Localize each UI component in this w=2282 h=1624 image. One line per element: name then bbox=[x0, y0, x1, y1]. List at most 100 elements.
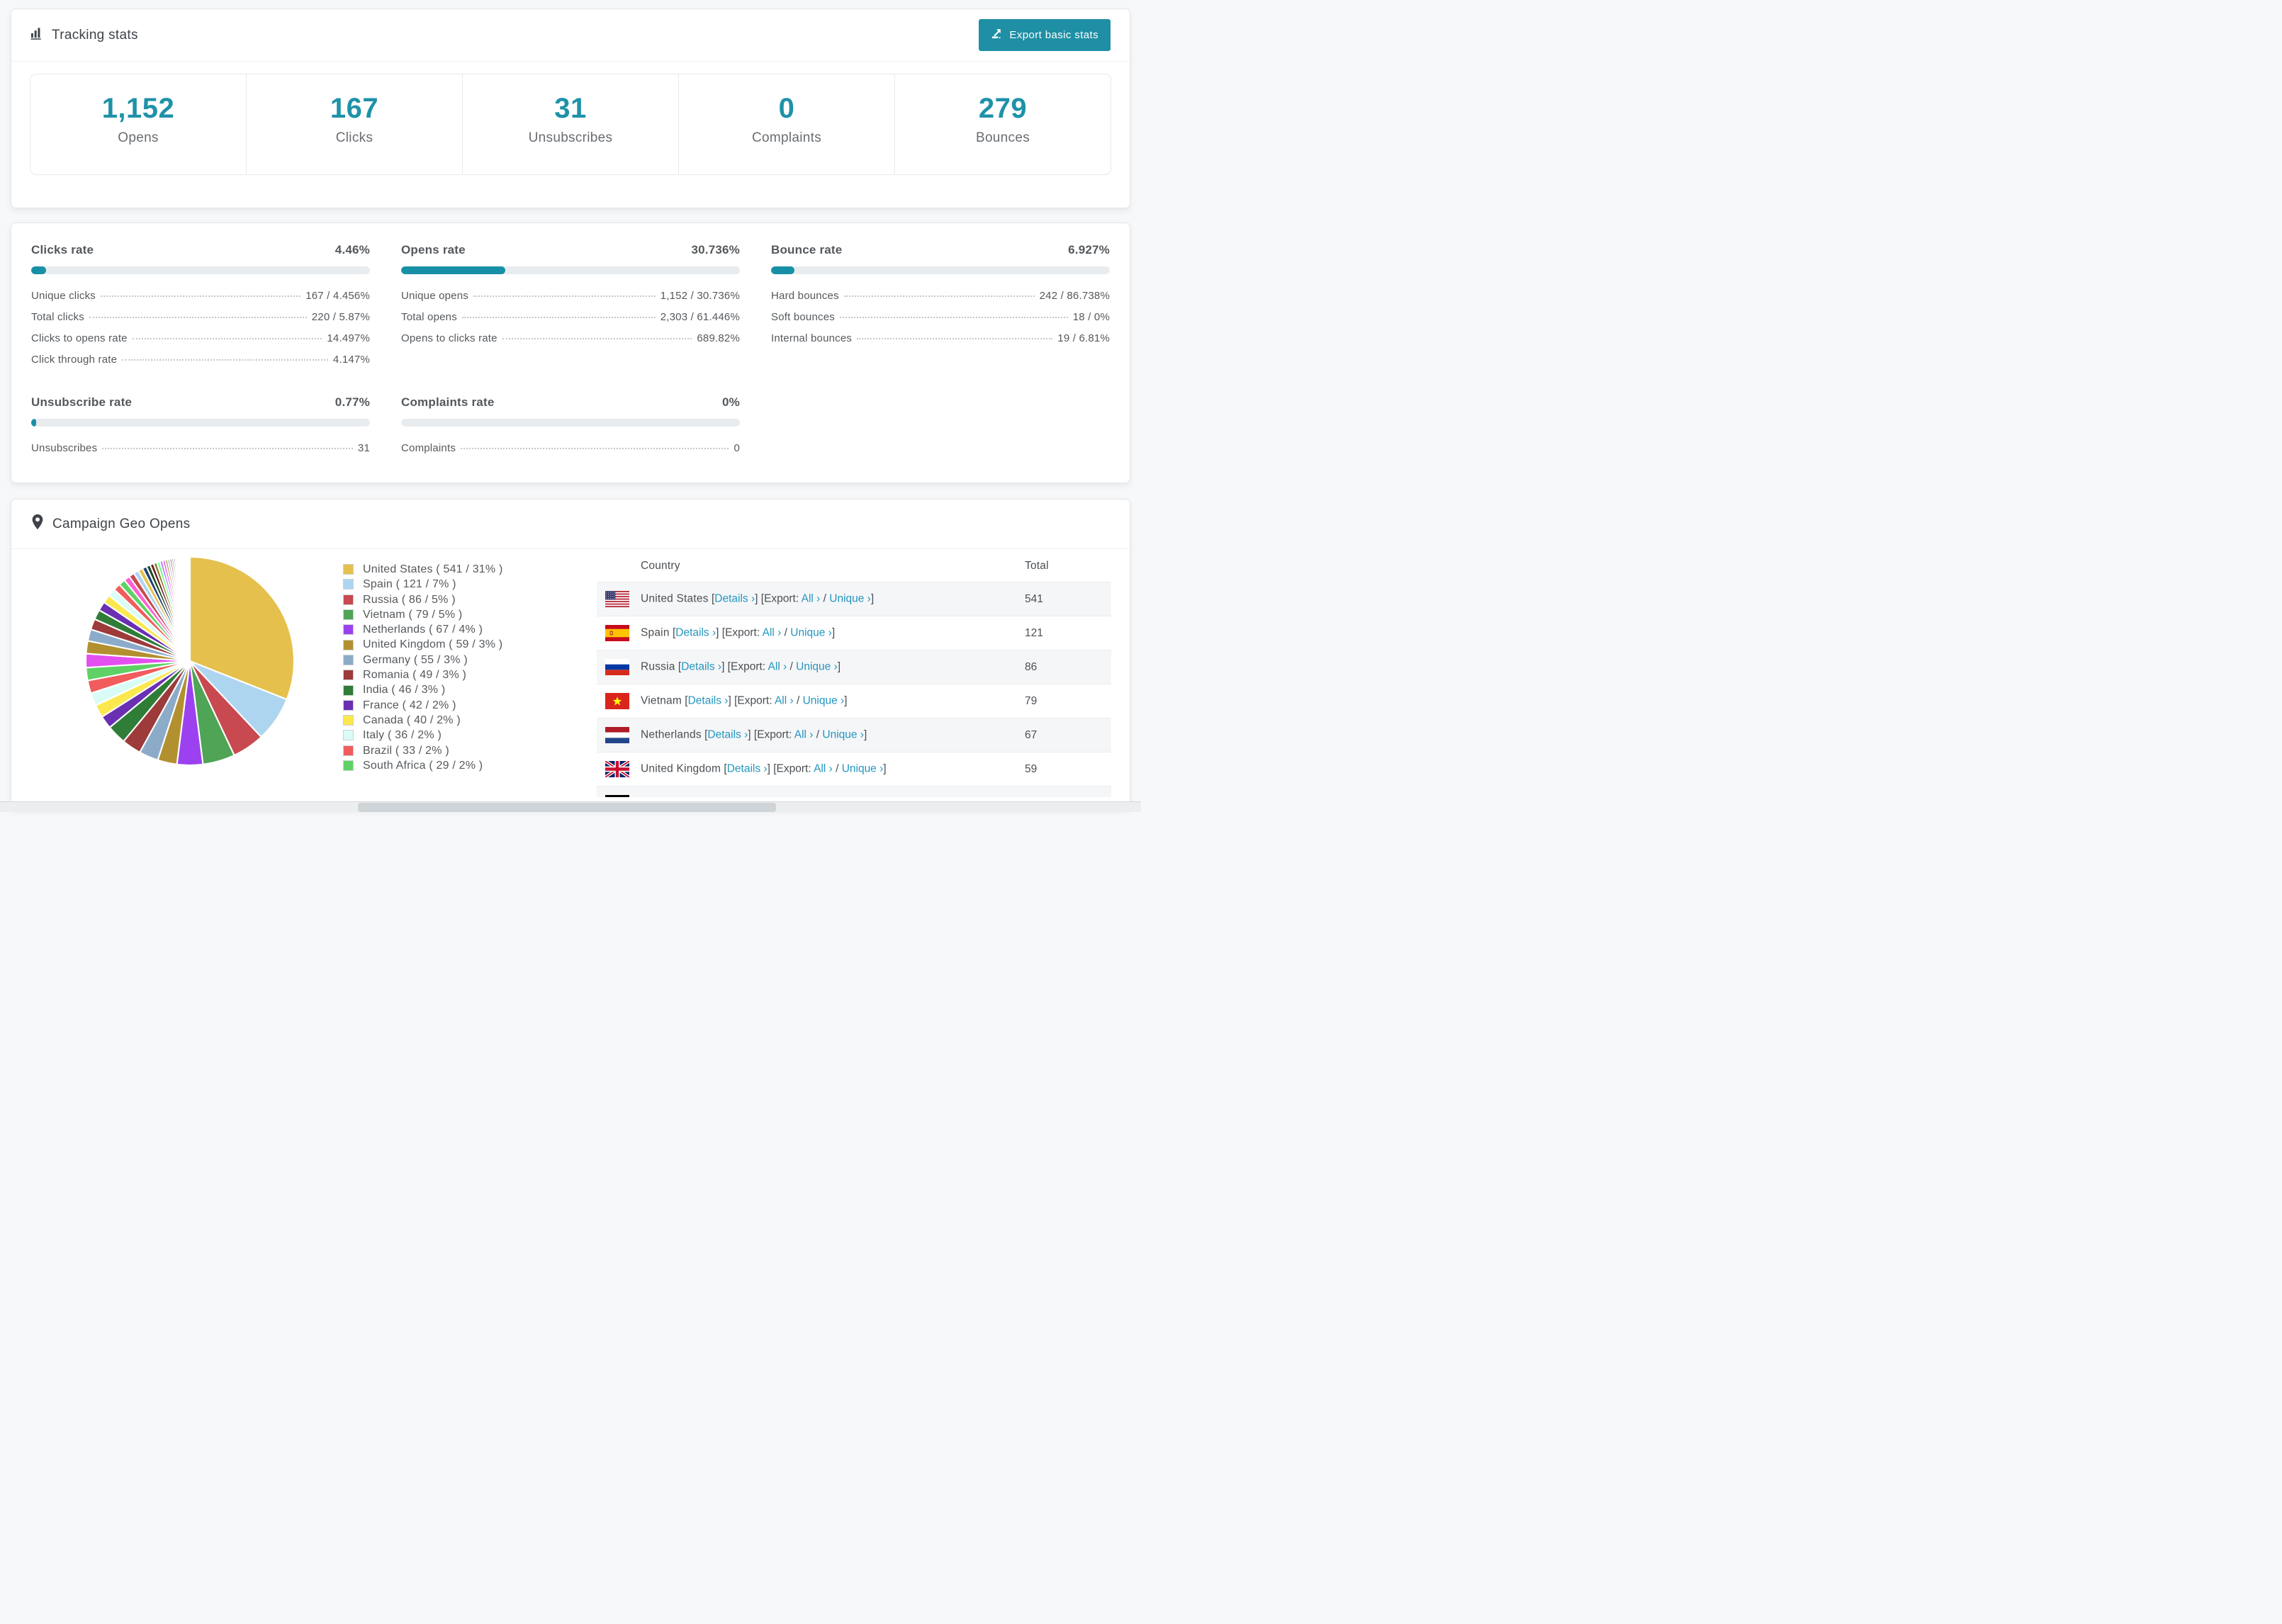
dotted-leader bbox=[502, 338, 692, 339]
export-all-link[interactable]: All › bbox=[794, 729, 814, 741]
dotted-leader bbox=[843, 295, 1035, 297]
horizontal-scrollbar-thumb[interactable] bbox=[358, 803, 776, 812]
rate-title: Opens rate bbox=[401, 243, 466, 256]
export-unique-link[interactable]: Unique › bbox=[790, 627, 832, 639]
bracket: ] bbox=[837, 660, 841, 673]
rates-card: Clicks rate 4.46% Unique clicks 167 / 4.456… bbox=[11, 222, 1130, 483]
legend-label: Spain ( 121 / 7% ) bbox=[363, 578, 456, 591]
geo-table-wrap: Country Total United States [Details ›] … bbox=[597, 551, 1111, 797]
rate-value: 6.927% bbox=[1068, 243, 1110, 256]
rate-line-label: Unique clicks bbox=[31, 290, 96, 302]
rate-rows: Hard bounces 242 / 86.738% Soft bounces 18 … bbox=[771, 290, 1110, 344]
rate-line-hard-bounces: Hard bounces 242 / 86.738% bbox=[771, 290, 1110, 302]
export-all-link[interactable]: All › bbox=[775, 695, 794, 707]
export-unique-link[interactable]: Unique › bbox=[803, 695, 845, 707]
page-title: Tracking stats bbox=[52, 27, 138, 43]
rate-block-complaints-rate: Complaints rate 0% Complaints 0 bbox=[401, 395, 740, 454]
rate-title: Bounce rate bbox=[771, 243, 843, 256]
table-row-netherlands: Netherlands [Details ›] [Export: All › /… bbox=[597, 718, 1111, 752]
separator: / bbox=[832, 762, 842, 775]
export-unique-link[interactable]: Unique › bbox=[796, 661, 838, 673]
legend-swatch bbox=[343, 609, 354, 621]
bracket: ] bbox=[883, 762, 887, 775]
dotted-leader bbox=[122, 359, 328, 361]
details-link[interactable]: Details › bbox=[681, 661, 721, 673]
column-header-total: Total bbox=[1025, 560, 1049, 572]
stat-cell-clicks: 167 Clicks bbox=[247, 74, 463, 174]
dotted-leader bbox=[461, 448, 729, 449]
rate-line-label: Unique opens bbox=[401, 290, 468, 302]
rate-rows: Unique opens 1,152 / 30.736% Total opens 2,… bbox=[401, 290, 740, 344]
rate-title: Clicks rate bbox=[31, 243, 94, 256]
map-pin-icon bbox=[30, 514, 45, 534]
export-unique-link[interactable]: Unique › bbox=[842, 763, 884, 775]
bracket: ] bbox=[831, 626, 836, 639]
horizontal-scrollbar-track[interactable] bbox=[0, 801, 1141, 812]
geo-content: United States ( 541 / 31% ) Spain ( 121 /… bbox=[11, 549, 1130, 797]
table-row-russia: Russia [Details ›] [Export: All › / Uniq… bbox=[597, 650, 1111, 684]
progress-bar-fill bbox=[401, 266, 505, 274]
rate-line-label: Hard bounces bbox=[771, 290, 839, 302]
rate-block-opens-rate: Opens rate 30.736% Unique opens 1,152 / 30.… bbox=[401, 243, 740, 366]
export-button-label: Export basic stats bbox=[1009, 29, 1098, 41]
legend-label: India ( 46 / 3% ) bbox=[363, 684, 446, 697]
legend-swatch bbox=[343, 730, 354, 741]
legend-swatch bbox=[343, 594, 354, 605]
details-link[interactable]: Details › bbox=[707, 729, 748, 741]
geo-card-header: Campaign Geo Opens bbox=[11, 500, 1130, 549]
export-unique-link[interactable]: Unique › bbox=[822, 729, 864, 741]
legend-item-romania: Romania ( 49 / 3% ) bbox=[343, 667, 556, 682]
details-link[interactable]: Details › bbox=[688, 695, 729, 707]
details-link[interactable]: Details › bbox=[727, 763, 768, 775]
table-row-partial bbox=[597, 786, 1111, 797]
geo-table-header-row: Country Total bbox=[597, 551, 1111, 582]
rate-title: Unsubscribe rate bbox=[31, 395, 133, 409]
export-all-link[interactable]: All › bbox=[768, 661, 787, 673]
progress-bar-fill bbox=[31, 266, 47, 274]
rate-line-soft-bounces: Soft bounces 18 / 0% bbox=[771, 311, 1110, 323]
export-all-link[interactable]: All › bbox=[814, 763, 833, 775]
legend-item-south-africa: South Africa ( 29 / 2% ) bbox=[343, 758, 556, 773]
legend-item-brazil: Brazil ( 33 / 2% ) bbox=[343, 743, 556, 758]
export-all-link[interactable]: All › bbox=[763, 627, 782, 639]
rate-rows: Complaints 0 bbox=[401, 442, 740, 454]
legend-swatch bbox=[343, 624, 354, 636]
rate-line-label: Click through rate bbox=[31, 354, 118, 366]
rate-line-label: Internal bounces bbox=[771, 332, 853, 344]
legend-item-germany: Germany ( 55 / 3% ) bbox=[343, 653, 556, 667]
legend-label: United States ( 541 / 31% ) bbox=[363, 563, 503, 575]
rate-line-label: Total opens bbox=[401, 311, 457, 323]
tracking-stats-card: Tracking stats Export basic stats 1,152 O… bbox=[11, 9, 1130, 208]
rate-value: 0.77% bbox=[335, 395, 370, 409]
export-basic-stats-button[interactable]: Export basic stats bbox=[979, 19, 1111, 51]
separator: / bbox=[820, 592, 830, 605]
total-value: 121 bbox=[1025, 616, 1111, 650]
stat-value: 31 bbox=[554, 93, 587, 124]
rate-line-internal-bounces: Internal bounces 19 / 6.81% bbox=[771, 332, 1110, 344]
export-all-link[interactable]: All › bbox=[802, 593, 821, 605]
legend-label: Germany ( 55 / 3% ) bbox=[363, 653, 468, 666]
legend-swatch bbox=[343, 684, 354, 696]
export-unique-link[interactable]: Unique › bbox=[829, 593, 871, 605]
page: Tracking stats Export basic stats 1,152 O… bbox=[0, 0, 1141, 809]
rate-line-click-through-rate: Click through rate 4.147% bbox=[31, 354, 370, 366]
legend-item-netherlands: Netherlands ( 67 / 4% ) bbox=[343, 622, 556, 637]
total-value: 59 bbox=[1025, 752, 1111, 786]
table-row-vietnam: Vietnam [Details ›] [Export: All › / Uni… bbox=[597, 684, 1111, 718]
flag-es-icon bbox=[605, 625, 629, 641]
tracking-card-title: Tracking stats bbox=[30, 26, 138, 44]
export-prefix: Export: bbox=[730, 660, 768, 673]
legend-label: Vietnam ( 79 / 5% ) bbox=[363, 608, 463, 621]
rate-line-unique-clicks: Unique clicks 167 / 4.456% bbox=[31, 290, 370, 302]
separator: / bbox=[793, 694, 803, 707]
rate-rows: Unique clicks 167 / 4.456% Total clicks 220… bbox=[31, 290, 370, 366]
rate-line-label: Soft bounces bbox=[771, 311, 835, 323]
rate-line-label: Complaints bbox=[401, 442, 456, 454]
legend-item-russia: Russia ( 86 / 5% ) bbox=[343, 592, 556, 607]
details-link[interactable]: Details › bbox=[714, 593, 755, 605]
details-link[interactable]: Details › bbox=[675, 627, 716, 639]
progress-bar bbox=[31, 266, 370, 274]
table-row-united-kingdom: United Kingdom [Details ›] [Export: All … bbox=[597, 752, 1111, 786]
bracket: ] bbox=[863, 728, 867, 741]
rate-line-value: 0 bbox=[734, 442, 740, 454]
